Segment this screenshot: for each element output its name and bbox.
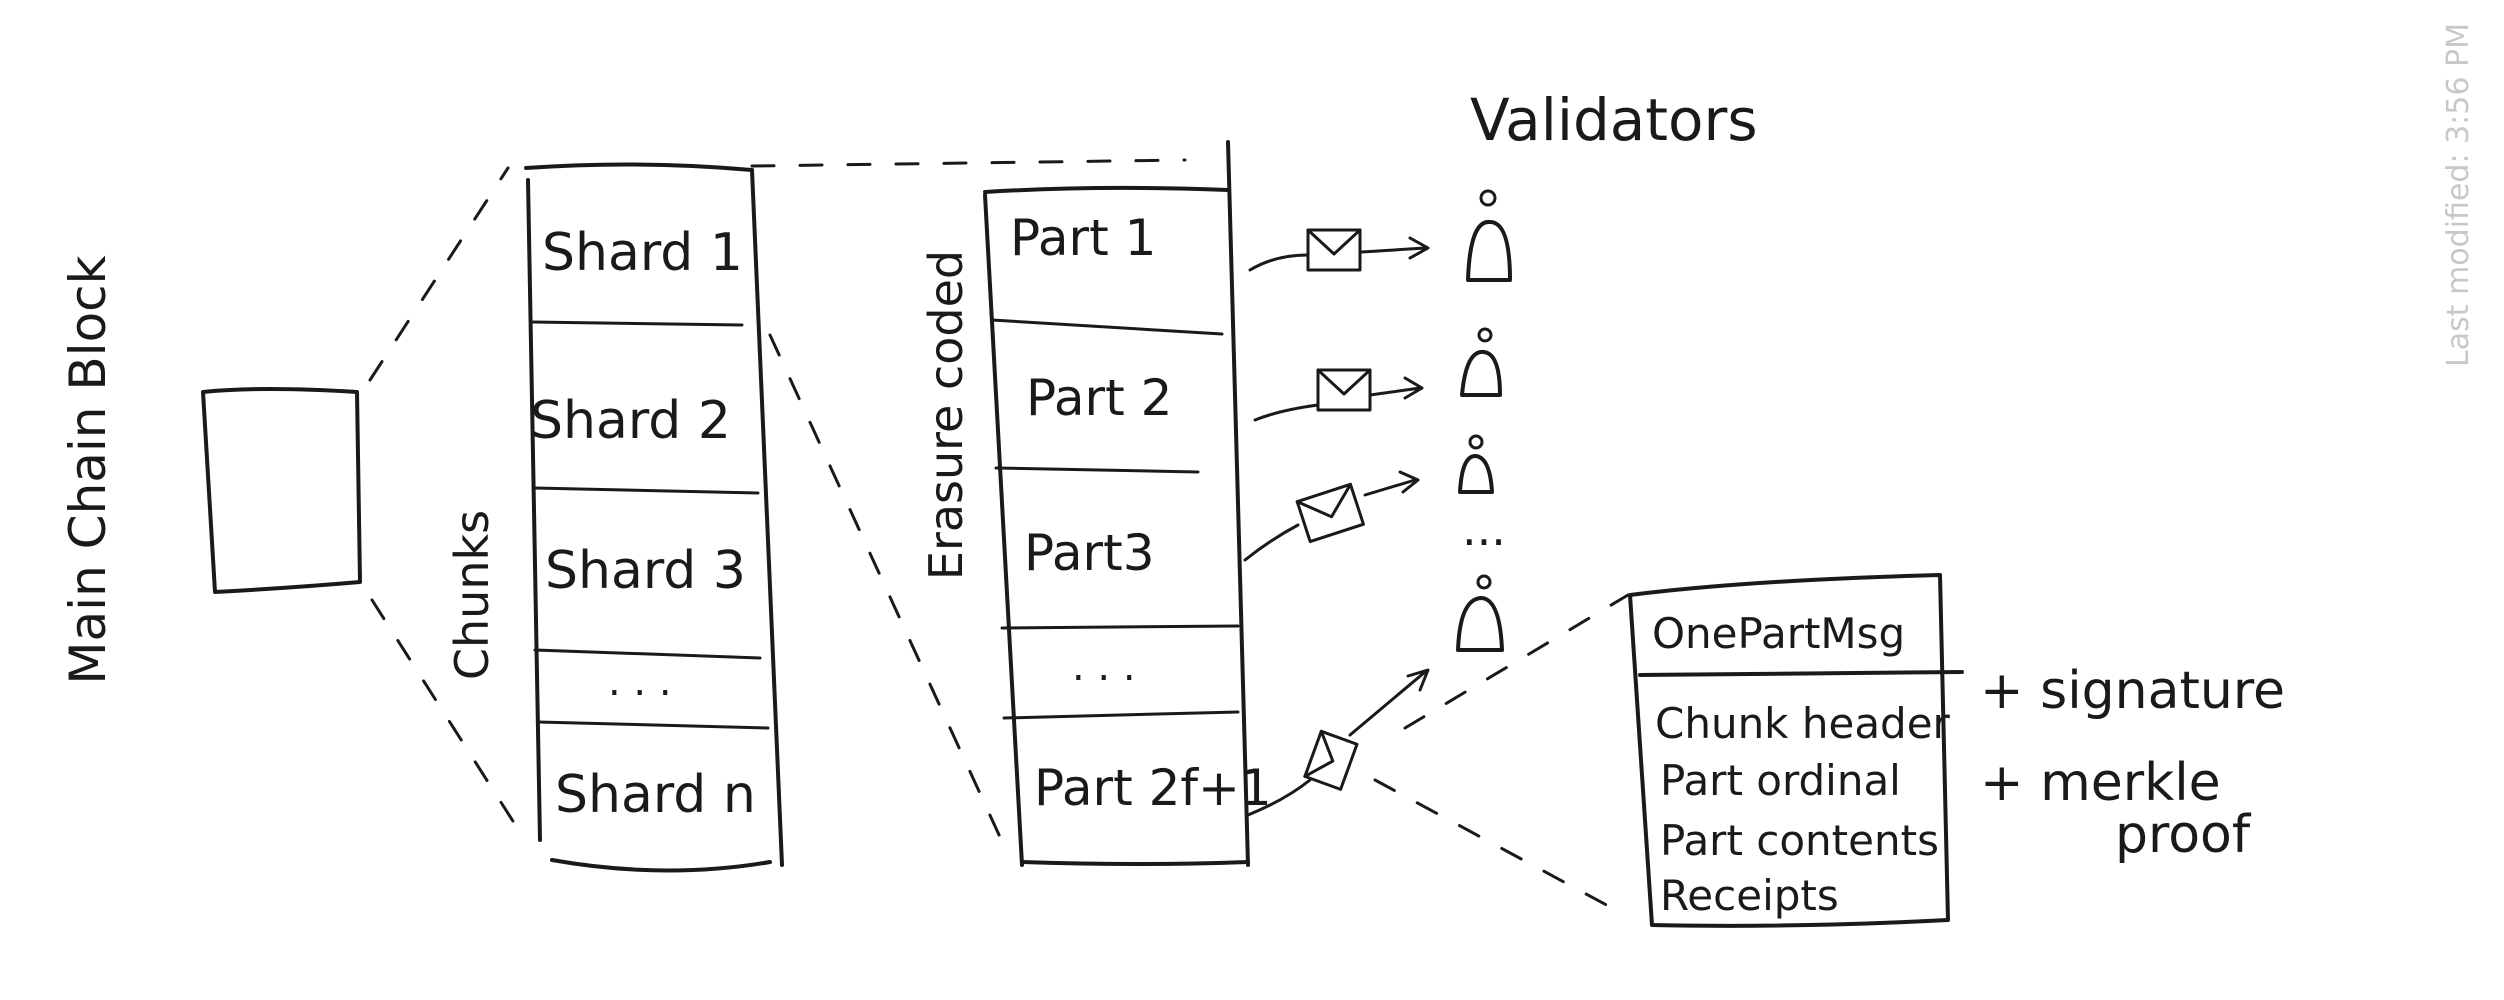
envelope-icon [1303, 729, 1359, 791]
main-block-label: Main Chain Block [59, 255, 117, 684]
shard-column-right-edge [750, 168, 784, 867]
parts-column-right-edge [1226, 140, 1250, 867]
msg-field: Chunk header [1655, 699, 1951, 748]
message-arrow-4 [1246, 668, 1430, 817]
envelope-icon [1306, 228, 1362, 272]
validator-icon [1456, 574, 1504, 652]
msg-field: Part contents [1660, 816, 1939, 865]
msg-field: Part ordinal [1660, 756, 1901, 805]
proof-annotation: proof [2115, 805, 2252, 865]
validators-label: Validators [1470, 86, 1758, 154]
shard-divider-2 [533, 486, 760, 495]
message-arrow-1 [1248, 228, 1430, 272]
shard-ellipsis: . . . [608, 659, 672, 705]
message-arrow-2 [1253, 368, 1424, 422]
shard-column-left-edge [526, 178, 542, 842]
part-label: Part 1 [1010, 209, 1156, 267]
parts-column-left-edge [983, 193, 1024, 867]
signature-annotation: + signature [1980, 661, 2285, 721]
validator-icon [1460, 327, 1502, 397]
msg-title: OnePartMsg [1652, 609, 1905, 658]
part-label: Part 2f+1 [1034, 759, 1272, 817]
part-divider-1 [990, 318, 1224, 336]
projection-line-msg-top [1403, 593, 1630, 730]
projection-line-shard-top [750, 158, 1187, 168]
shard-label: Shard 1 [542, 223, 743, 283]
shard-divider-4 [536, 720, 770, 730]
shard-column-bottom-edge [550, 858, 772, 873]
last-modified-timestamp: Last modified: 3:56 PM [2441, 23, 2476, 367]
msg-field: Receipts [1660, 871, 1839, 920]
erasure-coded-label: Erasure coded [919, 250, 973, 580]
shard-label: Shard 3 [545, 541, 746, 601]
msg-box-title-divider [1638, 670, 1964, 677]
part-divider-2 [994, 466, 1200, 474]
validator-icon [1458, 434, 1494, 494]
part-label: Part 2 [1026, 369, 1172, 427]
message-arrow-3 [1243, 470, 1420, 562]
part-divider-3 [1000, 624, 1240, 630]
envelope-icon [1295, 482, 1365, 544]
parts-column: Part 1 Part 2 Part3 . . . Part 2f+1 [983, 140, 1272, 867]
parts-column-top-edge [983, 185, 1230, 194]
part-ellipsis: . . . [1072, 644, 1136, 690]
parts-column-bottom-edge [1020, 860, 1250, 866]
merkle-annotation: + merkle [1980, 753, 2221, 813]
shard-label: Shard 2 [530, 391, 731, 451]
shard-divider-1 [530, 320, 744, 327]
shard-label: Shard n [555, 765, 756, 825]
projection-line-msg-bottom [1373, 778, 1627, 917]
envelope-icon [1316, 368, 1372, 412]
one-part-msg-box: OnePartMsg Chunk header Part ordinal Par… [1628, 573, 1964, 928]
chunks-label: Chunks [445, 510, 499, 680]
part-label: Part3 [1024, 524, 1155, 582]
shard-column: Shard 1 Shard 2 Shard 3 . . . Shard n [524, 162, 784, 873]
validator-icon [1466, 189, 1512, 282]
projection-line-block-top [368, 166, 510, 382]
diagram-canvas: Main Chain Block Chunks Shard 1 Shard 2 … [59, 23, 2476, 928]
main-block-box [201, 387, 362, 594]
shard-divider-3 [533, 648, 762, 660]
part-divider-4 [1002, 710, 1240, 720]
shard-column-top-edge [524, 162, 754, 172]
validator-ellipsis: ... [1462, 502, 1506, 556]
